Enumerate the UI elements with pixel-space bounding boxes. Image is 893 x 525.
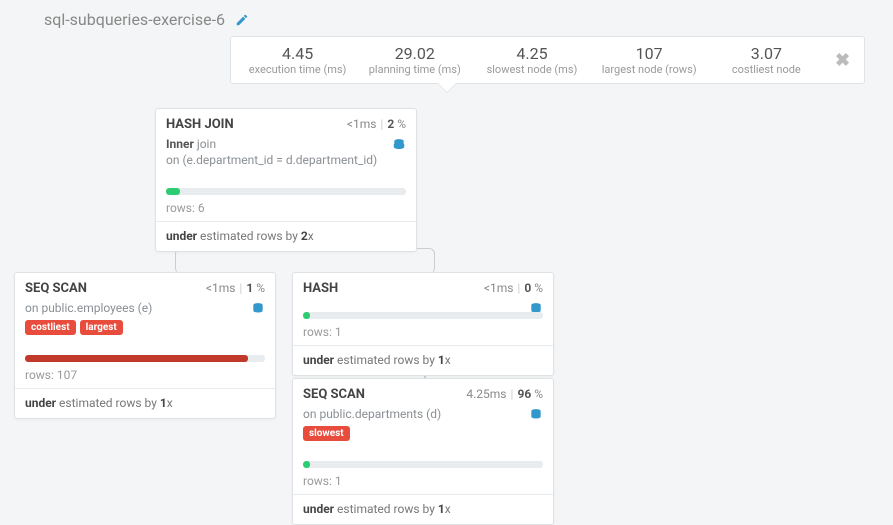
edit-icon[interactable]	[235, 13, 249, 27]
plan-title-row: sql-subqueries-exercise-6	[44, 10, 249, 29]
stat-planning-time: 29.02 planning time (ms)	[356, 44, 473, 76]
node-metrics: <1ms|0 %	[484, 281, 543, 295]
node-title: SEQ SCAN	[25, 281, 87, 296]
plan-node-seq-scan-employees[interactable]: SEQ SCAN <1ms|1 % on public.employees (e…	[14, 272, 276, 419]
rows-count: rows: 1	[293, 474, 553, 494]
node-title: SEQ SCAN	[303, 387, 365, 402]
tag-costliest: costliest	[25, 320, 76, 335]
stat-largest-node: 107 largest node (rows)	[591, 44, 708, 76]
tag-largest: largest	[80, 320, 123, 335]
stats-caret-icon	[437, 83, 457, 93]
estimate-note: under estimated rows by 1x	[15, 388, 275, 418]
close-icon[interactable]: ✖	[825, 50, 856, 71]
node-title: HASH	[303, 281, 338, 296]
estimate-note: under estimated rows by 2x	[156, 221, 416, 251]
rows-count: rows: 6	[156, 201, 416, 221]
node-metrics: <1ms|2 %	[347, 117, 406, 131]
estimate-note: under estimated rows by 1x	[293, 494, 553, 524]
tag-slowest: slowest	[303, 426, 350, 441]
rows-count: rows: 107	[15, 368, 275, 388]
node-title: HASH JOIN	[166, 117, 234, 132]
rows-bar	[166, 188, 406, 195]
stat-costliest-node: 3.07 costliest node	[708, 44, 825, 76]
plan-title: sql-subqueries-exercise-6	[44, 10, 225, 29]
stats-bar: 4.45 execution time (ms) 29.02 planning …	[230, 36, 865, 84]
stat-execution-time: 4.45 execution time (ms)	[239, 44, 356, 76]
rows-count: rows: 1	[293, 325, 553, 345]
database-icon	[529, 408, 543, 422]
estimate-note: under estimated rows by 1x	[293, 345, 553, 375]
plan-node-hash-join[interactable]: HASH JOIN <1ms|2 % Inner join on (e.depa…	[155, 108, 417, 252]
plan-node-seq-scan-departments[interactable]: SEQ SCAN 4.25ms|96 % on public.departmen…	[292, 378, 554, 525]
plan-node-hash[interactable]: HASH <1ms|0 % rows: 1 under estimated ro…	[292, 272, 554, 376]
rows-bar	[303, 312, 543, 319]
database-icon	[251, 302, 265, 316]
node-metrics: 4.25ms|96 %	[466, 387, 543, 401]
database-icon	[392, 138, 406, 152]
rows-bar	[25, 355, 265, 362]
node-metrics: <1ms|1 %	[206, 281, 265, 295]
stat-slowest-node: 4.25 slowest node (ms)	[473, 44, 590, 76]
rows-bar	[303, 461, 543, 468]
